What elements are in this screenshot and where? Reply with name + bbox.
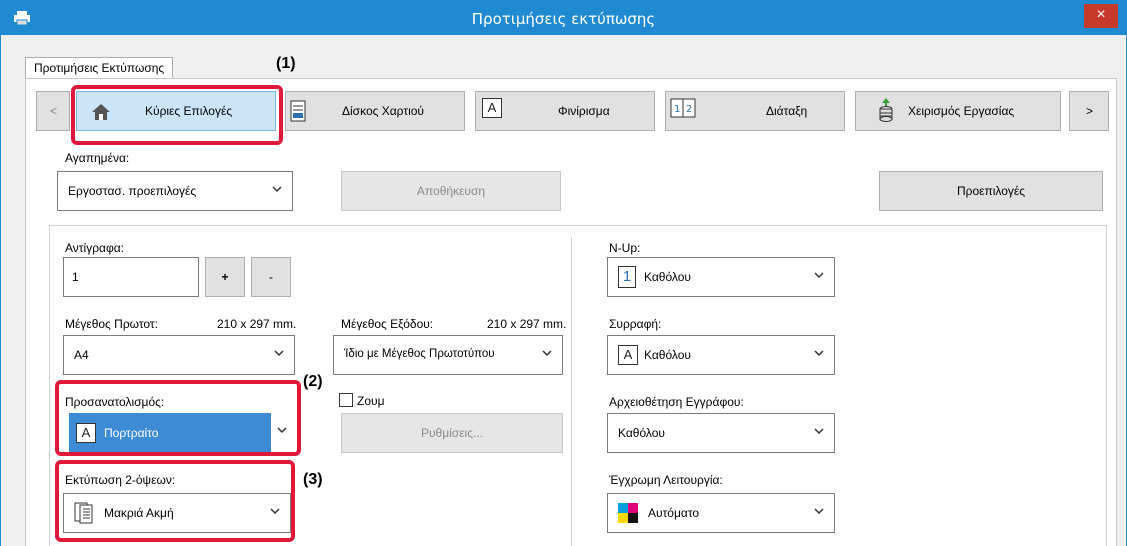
callout-box-3 <box>55 460 295 542</box>
collate-value: Καθόλου <box>644 348 691 362</box>
callout-label-3: (3) <box>303 471 323 488</box>
copies-value: 1 <box>72 270 79 284</box>
nav-layout-label: Διάταξη <box>766 104 808 118</box>
output-size-label: Μέγεθος Εξόδου: <box>341 317 434 331</box>
print-preferences-window: Προτιμήσεις εκτύπωσης × Προτιμήσεις Εκτύ… <box>0 0 1127 546</box>
color-mode-value: Αυτόματο <box>648 506 700 520</box>
paper-tray-icon <box>290 100 306 122</box>
zoom-settings-button[interactable]: Ρυθμίσεις... <box>341 413 563 453</box>
defaults-button[interactable]: Προεπιλογές <box>879 171 1103 211</box>
color-mode-label: Έγχρωμη Λειτουργία: <box>609 473 723 487</box>
zoom-label: Ζουμ <box>357 394 385 408</box>
color-mode-select[interactable]: Αυτόματο <box>607 493 835 533</box>
nav-job-handling-label: Χειρισμός Εργασίας <box>908 104 1015 118</box>
svg-text:1: 1 <box>674 104 680 115</box>
nup-icon: 1 <box>618 266 636 288</box>
output-size-dims: 210 x 297 mm. <box>487 317 567 331</box>
close-button[interactable]: × <box>1084 4 1118 28</box>
nav-finishing[interactable]: A Φινίρισμα <box>475 91 655 131</box>
nav-next-button[interactable]: > <box>1069 91 1109 131</box>
copies-input[interactable]: 1 <box>63 257 199 297</box>
original-size-value: A4 <box>74 348 89 362</box>
favorites-label: Αγαπημένα: <box>65 151 130 165</box>
output-size-value: Ίδιο με Μέγεθος Πρωτοτύπου <box>344 348 495 360</box>
window-title: Προτιμήσεις εκτύπωσης <box>471 10 656 28</box>
finishing-icon: A <box>482 98 502 118</box>
collate-select[interactable]: A Καθόλου <box>607 335 835 375</box>
retention-select[interactable]: Καθόλου <box>607 413 835 453</box>
job-handling-icon <box>879 98 893 122</box>
layout-icon: 1 2 <box>670 98 696 118</box>
nav-paper-tray-label: Δίσκος Χαρτιού <box>342 104 424 118</box>
copies-minus-button[interactable]: - <box>251 257 291 297</box>
chevron-down-icon <box>814 272 824 279</box>
nav-prev-label: < <box>50 104 58 118</box>
chevron-down-icon <box>814 428 824 435</box>
chevron-down-icon <box>274 350 284 357</box>
nav-paper-tray[interactable]: Δίσκος Χαρτιού <box>285 91 465 131</box>
output-size-select[interactable]: Ίδιο με Μέγεθος Πρωτοτύπου <box>333 335 563 375</box>
chevron-down-icon <box>542 350 552 357</box>
nav-finishing-label: Φινίρισμα <box>558 104 610 118</box>
nup-label: N-Up: <box>609 241 641 255</box>
chevron-down-icon <box>814 508 824 515</box>
title-bar: Προτιμήσεις εκτύπωσης × <box>1 1 1126 35</box>
nav-job-handling[interactable]: Χειρισμός Εργασίας <box>855 91 1061 131</box>
original-size-select[interactable]: A4 <box>63 335 295 375</box>
color-mode-icon <box>618 503 638 523</box>
svg-text:2: 2 <box>686 104 692 115</box>
callout-box-2 <box>55 380 301 456</box>
nup-select[interactable]: 1 Καθόλου <box>607 257 835 297</box>
original-size-label: Μέγεθος Πρωτοτ: <box>65 317 158 331</box>
nav-next-label: > <box>1086 104 1094 118</box>
chevron-down-icon <box>272 186 282 193</box>
save-button[interactable]: Αποθήκευση <box>341 171 561 211</box>
callout-label-2: (2) <box>303 373 323 390</box>
retention-value: Καθόλου <box>618 426 665 440</box>
chevron-down-icon <box>814 350 824 357</box>
favorites-value: Εργοστασ. προεπιλογές <box>68 184 197 198</box>
nav-layout[interactable]: 1 2 Διάταξη <box>665 91 845 131</box>
collate-label: Συρραφή: <box>609 317 662 331</box>
copies-plus-button[interactable]: + <box>205 257 245 297</box>
zoom-checkbox[interactable] <box>339 393 353 407</box>
copies-label: Αντίγραφα: <box>65 241 125 255</box>
collate-icon: A <box>618 345 638 365</box>
callout-box-1 <box>71 85 283 145</box>
favorites-select[interactable]: Εργοστασ. προεπιλογές <box>57 171 293 211</box>
nup-value: Καθόλου <box>644 270 691 284</box>
retention-label: Αρχειοθέτηση Εγγράφου: <box>609 395 744 409</box>
tab-print-preferences[interactable]: Προτιμήσεις Εκτύπωσης <box>25 57 174 79</box>
column-divider <box>571 237 572 546</box>
nav-prev-button[interactable]: < <box>36 91 70 131</box>
callout-label-1: (1) <box>276 55 296 72</box>
original-size-dims: 210 x 297 mm. <box>217 317 297 331</box>
